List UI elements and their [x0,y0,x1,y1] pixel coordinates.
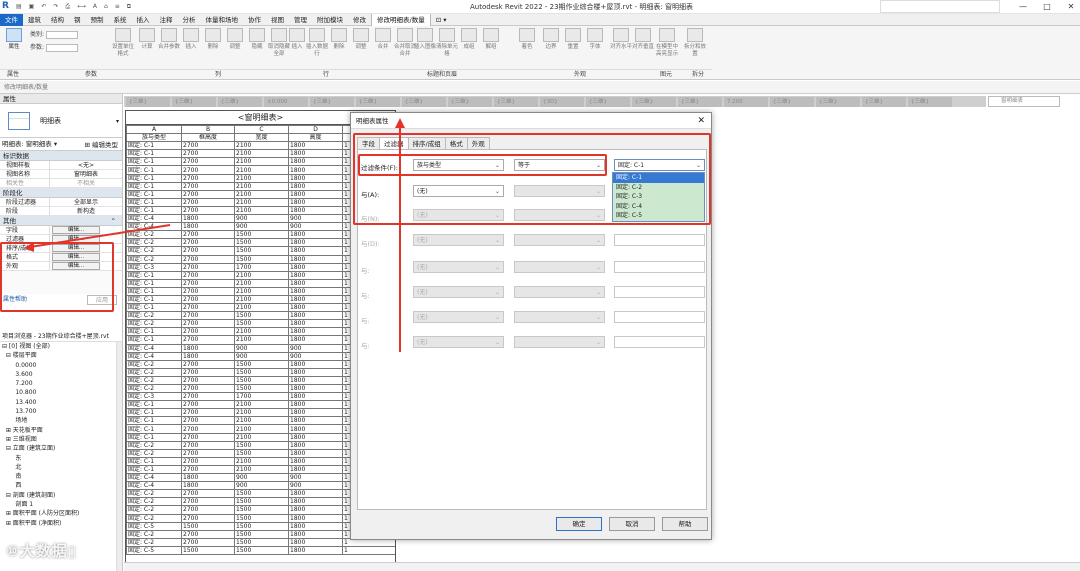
arrow-to-other-head [24,242,34,252]
watermark: ⑩大数据▯ [6,542,77,560]
status-bar [124,562,1080,571]
arrow-to-filter-tab-head [395,118,405,128]
arrow-to-other-line [29,224,171,248]
revit-window: R ▤ ▣ ↶ ↷ ⎙ ⟷ A ⌂ ≡ ⧉ Autodesk Revit 202… [0,0,1080,571]
annotation-arrows [24,118,943,571]
